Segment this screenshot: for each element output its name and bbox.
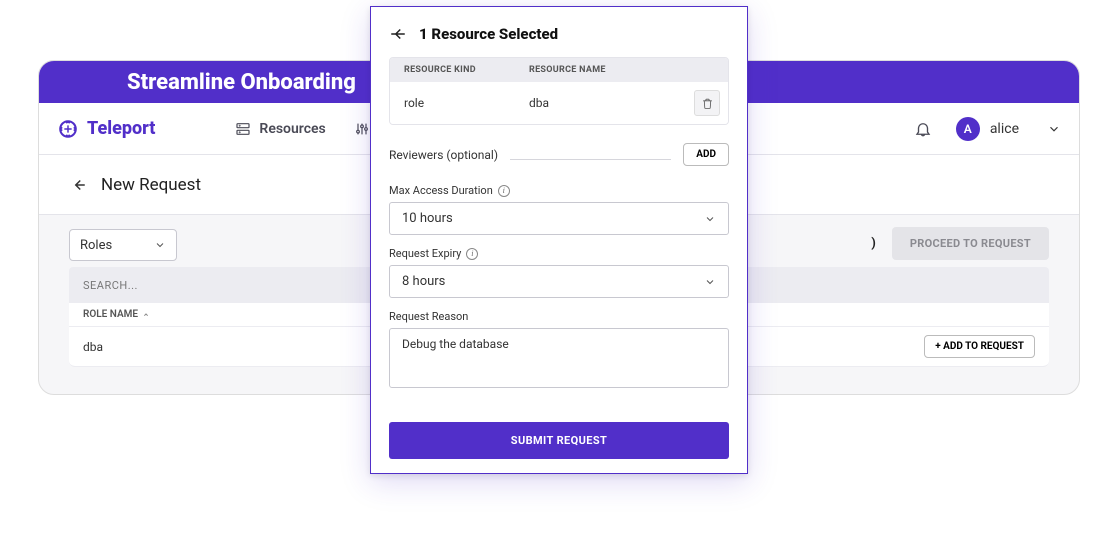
request-expiry-select[interactable]: 8 hours: [389, 265, 729, 298]
remove-resource-button[interactable]: [694, 90, 720, 116]
roles-select-value: Roles: [80, 238, 112, 253]
request-summary-modal: 1 Resource Selected RESOURCE KIND RESOUR…: [370, 6, 748, 474]
action-bar: ) PROCEED TO REQUEST: [871, 227, 1049, 260]
teleport-logo-icon: [57, 118, 79, 140]
add-reviewer-button[interactable]: ADD: [683, 143, 729, 166]
cell-kind: role: [404, 96, 529, 110]
proceed-to-request-button[interactable]: PROCEED TO REQUEST: [892, 227, 1049, 260]
sort-icon: [142, 311, 150, 319]
max-access-duration-select[interactable]: 10 hours: [389, 202, 729, 235]
table-row: role dba: [390, 82, 728, 124]
col-resource-kind: RESOURCE KIND: [404, 65, 529, 75]
add-to-request-button[interactable]: + ADD TO REQUEST: [924, 335, 1035, 358]
request-reason-field: Request Reason: [389, 310, 729, 392]
user-name: alice: [990, 121, 1019, 137]
max-access-duration-value: 10 hours: [402, 211, 453, 226]
chevron-down-icon: [1047, 122, 1061, 136]
role-name-cell: dba: [83, 340, 103, 354]
modal-header: 1 Resource Selected: [389, 25, 729, 43]
chevron-down-icon: [154, 239, 166, 251]
cell-name: dba: [529, 96, 694, 110]
column-header-label: ROLE NAME: [83, 309, 138, 320]
chevron-down-icon: [704, 213, 716, 225]
page-title: New Request: [101, 175, 201, 195]
modal-title: 1 Resource Selected: [419, 25, 558, 43]
col-resource-name: RESOURCE NAME: [529, 65, 714, 75]
request-expiry-value: 8 hours: [402, 274, 445, 289]
banner-title: Streamline Onboarding: [127, 70, 356, 95]
server-icon: [235, 121, 251, 137]
reviewers-row: Reviewers (optional) ADD: [389, 143, 729, 166]
chevron-down-icon: [704, 276, 716, 288]
user-menu[interactable]: A alice: [956, 117, 1061, 141]
selection-count-suffix: ): [871, 236, 876, 251]
reviewers-label: Reviewers (optional): [389, 148, 498, 162]
brand[interactable]: Teleport: [57, 118, 155, 140]
request-expiry-field: Request Expiry i 8 hours: [389, 247, 729, 298]
request-expiry-label: Request Expiry: [389, 247, 461, 260]
reviewers-input-line[interactable]: [510, 159, 671, 160]
table-header: RESOURCE KIND RESOURCE NAME: [390, 58, 728, 82]
trash-icon: [701, 97, 714, 110]
avatar: A: [956, 117, 980, 141]
brand-name: Teleport: [87, 118, 155, 139]
request-reason-textarea[interactable]: [389, 328, 729, 388]
back-icon[interactable]: [69, 176, 87, 194]
info-icon[interactable]: i: [466, 248, 478, 260]
back-icon[interactable]: [389, 25, 407, 43]
roles-select[interactable]: Roles: [69, 229, 177, 261]
sliders-icon: [354, 121, 370, 137]
request-reason-label: Request Reason: [389, 310, 468, 323]
selected-resources-table: RESOURCE KIND RESOURCE NAME role dba: [389, 57, 729, 125]
nav-resources[interactable]: Resources: [235, 121, 325, 137]
nav-resources-label: Resources: [259, 121, 325, 137]
max-access-duration-field: Max Access Duration i 10 hours: [389, 184, 729, 235]
max-access-duration-label: Max Access Duration: [389, 184, 493, 197]
info-icon[interactable]: i: [498, 185, 510, 197]
notifications-icon[interactable]: [914, 120, 932, 138]
submit-request-button[interactable]: SUBMIT REQUEST: [389, 422, 729, 459]
